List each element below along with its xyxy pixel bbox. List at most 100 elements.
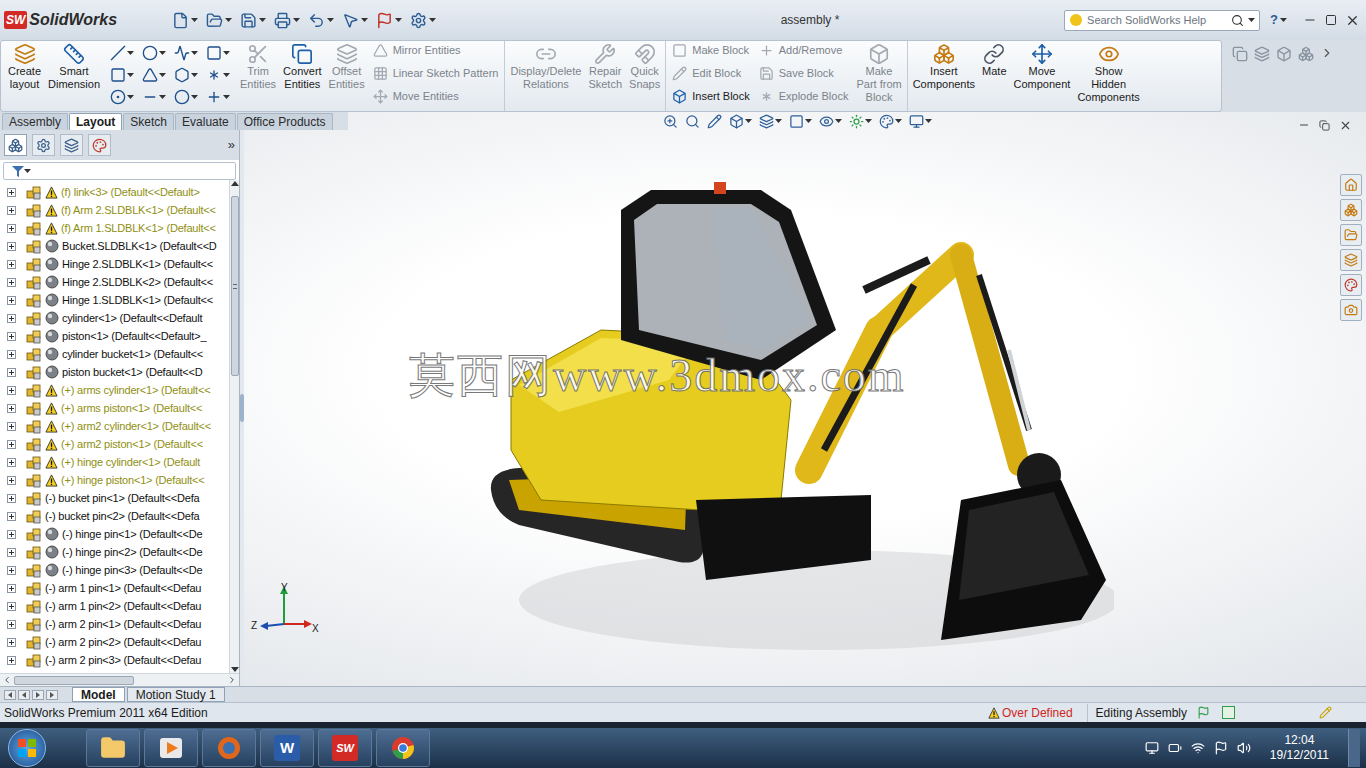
sketch-tool[interactable]: [110, 89, 134, 105]
dropdown-arrow-icon[interactable]: [327, 18, 334, 23]
manager-tab[interactable]: [88, 134, 111, 156]
quick-access-button[interactable]: [308, 12, 334, 29]
expand-icon[interactable]: [7, 314, 16, 323]
expand-icon[interactable]: [7, 548, 16, 557]
tree-row[interactable]: (+) hinge piston<1> (Default<<: [0, 471, 229, 489]
dropdown-arrow-icon[interactable]: [159, 73, 166, 78]
ribbon-button[interactable]: MoveComponent: [1011, 41, 1074, 91]
tab-nav-icon[interactable]: [46, 690, 58, 700]
scroll-thumb[interactable]: [231, 196, 239, 376]
dropdown-arrow-icon[interactable]: [429, 18, 436, 23]
sketch-tool[interactable]: [174, 89, 198, 105]
dropdown-arrow-icon[interactable]: [191, 73, 198, 78]
show-desktop-button[interactable]: [1348, 729, 1360, 767]
dropdown-arrow-icon[interactable]: [293, 18, 300, 23]
tree-row[interactable]: (f) Arm 1.SLDBLK<1> (Default<<: [0, 219, 229, 237]
tray-icon[interactable]: [1145, 741, 1159, 755]
quick-access-button[interactable]: [172, 12, 198, 29]
ribbon-button[interactable]: SmartDimension: [45, 41, 103, 91]
taskbar-app[interactable]: W: [260, 729, 314, 767]
close-icon[interactable]: [1345, 13, 1360, 28]
ribbon-button[interactable]: Mate: [979, 41, 1009, 78]
dropdown-arrow-icon[interactable]: [925, 119, 932, 124]
dropdown-arrow-icon[interactable]: [225, 18, 232, 23]
tab-nav-icon[interactable]: [32, 690, 44, 700]
ribbon-small-button[interactable]: Add/Remove: [759, 41, 849, 59]
dropdown-arrow-icon[interactable]: [259, 18, 266, 23]
ribbon-button[interactable]: InsertComponents: [910, 41, 978, 91]
tree-row[interactable]: piston<1> (Default<<Default>_: [0, 327, 229, 345]
view-tool[interactable]: [685, 114, 700, 129]
dropdown-arrow-icon[interactable]: [223, 51, 230, 56]
tree-row[interactable]: (-) arm 2 pin<2> (Default<<Defau: [0, 633, 229, 651]
dropdown-arrow-icon[interactable]: [805, 119, 812, 124]
expand-icon[interactable]: [7, 386, 16, 395]
ribbon-button[interactable]: MakePart fromBlock: [853, 41, 904, 104]
expand-icon[interactable]: [7, 296, 16, 305]
graphics-viewport[interactable]: 莫西网www.3dmox.comYZX: [244, 130, 1366, 686]
quick-access-button[interactable]: [274, 12, 300, 29]
dropdown-arrow-icon[interactable]: [127, 51, 134, 56]
close-icon[interactable]: [1339, 119, 1352, 132]
maximize-icon[interactable]: [1325, 14, 1337, 26]
filter-icon[interactable]: [12, 166, 24, 177]
view-tool[interactable]: [759, 114, 782, 129]
tray-icon[interactable]: [1237, 741, 1251, 755]
more-icon[interactable]: [1320, 46, 1334, 60]
task-pane-tab[interactable]: [1340, 224, 1362, 246]
tree-row[interactable]: Bucket.SLDBLK<1> (Default<<D: [0, 237, 229, 255]
over-defined-status[interactable]: Over Defined: [988, 704, 1073, 722]
tree-row[interactable]: (-) arm 2 pin<3> (Default<<Defau: [0, 651, 229, 669]
sketch-tool[interactable]: [142, 89, 166, 105]
tree-row[interactable]: (-) hinge pin<3> (Default<<De: [0, 561, 229, 579]
tree-row[interactable]: cylinder<1> (Default<<Default: [0, 309, 229, 327]
quick-access-button[interactable]: [342, 12, 368, 29]
tab-nav-icon[interactable]: [4, 690, 16, 700]
view-tool[interactable]: [819, 114, 842, 129]
tree-row[interactable]: piston bucket<1> (Default<<D: [0, 363, 229, 381]
expand-icon[interactable]: [7, 440, 16, 449]
task-pane-tab[interactable]: [1340, 199, 1362, 221]
scroll-left-icon[interactable]: [2, 675, 12, 685]
tree-row[interactable]: cylinder bucket<1> (Default<<: [0, 345, 229, 363]
dropdown-arrow-icon[interactable]: [1248, 18, 1255, 23]
dropdown-arrow-icon[interactable]: [775, 119, 782, 124]
command-tab[interactable]: Office Products: [237, 113, 333, 130]
scroll-right-icon[interactable]: [227, 675, 237, 685]
tree-row[interactable]: (-) bucket pin<1> (Default<<Defa: [0, 489, 229, 507]
bottom-tab[interactable]: Model: [72, 687, 125, 702]
ribbon-small-button[interactable]: Mirror Entities: [373, 41, 499, 59]
tray-icon[interactable]: [1214, 741, 1228, 755]
dropdown-arrow-icon[interactable]: [745, 119, 752, 124]
dropdown-arrow-icon[interactable]: [159, 95, 166, 100]
tree-row[interactable]: (-) hinge pin<1> (Default<<De: [0, 525, 229, 543]
quick-access-button[interactable]: [206, 12, 232, 29]
taskbar-app[interactable]: [376, 729, 430, 767]
app-logo[interactable]: SWSolidWorks: [4, 8, 154, 32]
scroll-up-icon[interactable]: [231, 180, 239, 188]
tree-row[interactable]: (-) arm 2 pin<1> (Default<<Defau: [0, 615, 229, 633]
tree-row[interactable]: Hinge 1.SLDBLK<1> (Default<<: [0, 291, 229, 309]
expand-icon[interactable]: [7, 260, 16, 269]
expand-icon[interactable]: [7, 422, 16, 431]
view-tool[interactable]: [909, 114, 932, 129]
tree-row[interactable]: (+) hinge cylinder<1> (Default: [0, 453, 229, 471]
restore-icon[interactable]: [1319, 120, 1330, 131]
dropdown-arrow-icon[interactable]: [361, 18, 368, 23]
minimize-icon[interactable]: [1303, 13, 1317, 27]
expand-icon[interactable]: [7, 206, 16, 215]
sketch-tool[interactable]: [206, 67, 230, 83]
dropdown-arrow-icon[interactable]: [395, 18, 402, 23]
ribbon-extra-icon[interactable]: [1232, 46, 1248, 62]
dropdown-arrow-icon[interactable]: [127, 73, 134, 78]
command-tab[interactable]: Assembly: [2, 113, 68, 130]
expand-icon[interactable]: [7, 530, 16, 539]
ribbon-extra-icon[interactable]: [1254, 46, 1270, 62]
minimize-icon[interactable]: [1298, 119, 1310, 131]
manager-tab[interactable]: [60, 134, 83, 156]
quick-access-button[interactable]: [410, 12, 436, 29]
tree-row[interactable]: (-) arm 1 pin<1> (Default<<Defau: [0, 579, 229, 597]
dropdown-arrow-icon[interactable]: [835, 119, 842, 124]
task-pane-tab[interactable]: [1340, 274, 1362, 296]
panel-splitter[interactable]: [240, 130, 244, 686]
